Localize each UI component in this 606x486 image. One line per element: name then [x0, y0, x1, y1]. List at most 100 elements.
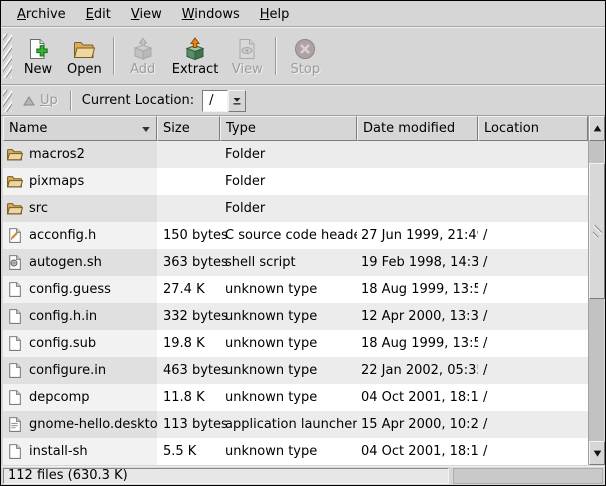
column-header-label: Name [9, 121, 47, 136]
view-button[interactable]: View [224, 34, 270, 79]
cell-type: unknown type [220, 384, 357, 411]
cell-size: 27.4 K [157, 276, 220, 303]
cell-type: unknown type [220, 438, 357, 465]
cell-location: / [478, 222, 588, 249]
vertical-scrollbar[interactable] [588, 116, 604, 465]
file-row[interactable]: install-sh5.5 Kunknown type04 Oct 2001, … [3, 438, 588, 465]
cell-type: unknown type [220, 303, 357, 330]
column-header-type[interactable]: Type [220, 116, 357, 141]
add-files-icon [131, 37, 155, 61]
toolbar: NewOpen Add Extract View Stop [1, 27, 605, 85]
cell-name: autogen.sh [3, 249, 157, 276]
scroll-up-button[interactable] [589, 116, 605, 141]
cell-name: config.guess [3, 276, 157, 303]
column-header-row: Name SizeTypeDate modified Location [3, 116, 588, 141]
cell-name: configure.in [3, 357, 157, 384]
menu-edit[interactable]: Edit [76, 3, 121, 26]
file-row[interactable]: depcomp11.8 Kunknown type04 Oct 2001, 18… [3, 384, 588, 411]
cell-name: config.sub [3, 330, 157, 357]
file-row[interactable]: config.guess27.4 Kunknown type18 Aug 199… [3, 276, 588, 303]
file-row[interactable]: config.h.in332 bytesunknown type12 Apr 2… [3, 303, 588, 330]
toolbar-button-label: View [232, 63, 263, 77]
cell-type: Folder [220, 141, 357, 168]
file-row[interactable]: acconfig.h150 bytesC source code header2… [3, 222, 588, 249]
desktop-file-icon [6, 416, 23, 433]
scroll-down-button[interactable] [589, 441, 605, 465]
location-bar-grip[interactable] [3, 90, 12, 112]
location-combobox: / [202, 90, 246, 112]
extract-archive-icon [183, 37, 207, 61]
document-icon [6, 281, 23, 298]
add-button[interactable]: Add [120, 34, 166, 79]
file-row[interactable]: srcFolder [3, 195, 588, 222]
cell-name: src [3, 195, 157, 222]
toolbar-grip[interactable] [3, 34, 12, 78]
document-icon [6, 362, 23, 379]
combo-arrow-icon [232, 96, 242, 106]
cell-location [478, 168, 588, 195]
document-icon [6, 335, 23, 352]
cell-location: / [478, 438, 588, 465]
cell-date [357, 195, 478, 222]
cell-size [157, 168, 220, 195]
cell-date: 04 Oct 2001, 18:12 [357, 438, 478, 465]
cell-date [357, 141, 478, 168]
cell-size [157, 141, 220, 168]
scrollbar-thumb-grip [593, 225, 602, 237]
toolbar-separator [113, 37, 115, 75]
cell-location [478, 141, 588, 168]
file-row[interactable]: gnome-hello.desktop113 bytesapplication … [3, 411, 588, 438]
cell-name: install-sh [3, 438, 157, 465]
stop-button[interactable]: Stop [282, 34, 328, 79]
file-row[interactable]: autogen.sh363 bytesshell script19 Feb 19… [3, 249, 588, 276]
file-row[interactable]: config.sub19.8 Kunknown type18 Aug 1999,… [3, 330, 588, 357]
location-entry[interactable]: / [202, 90, 228, 112]
location-bar: Up Current Location: / [1, 85, 605, 116]
menu-windows[interactable]: Windows [172, 3, 250, 26]
menu-archive[interactable]: Archive [7, 3, 76, 26]
column-header-label: Location [484, 121, 539, 136]
status-bar: 112 files (630.3 K) [1, 466, 605, 485]
column-header-name[interactable]: Name [3, 116, 157, 141]
status-text: 112 files (630.3 K) [8, 468, 128, 483]
cell-name: gnome-hello.desktop [3, 411, 157, 438]
column-header-date-modified[interactable]: Date modified [357, 116, 478, 141]
archive-manager-window: ArchiveEditViewWindowsHelp NewOpenAddExt… [0, 0, 606, 486]
scroll-down-icon [593, 449, 602, 458]
cell-size: 332 bytes [157, 303, 220, 330]
shell-script-icon [6, 254, 23, 271]
column-header-location[interactable]: Location [478, 116, 588, 141]
new-button[interactable]: New [15, 34, 61, 79]
scroll-up-icon [593, 124, 602, 133]
cell-name: config.h.in [3, 303, 157, 330]
column-header-size[interactable]: Size [157, 116, 220, 141]
scrollbar-thumb[interactable] [589, 163, 605, 299]
toolbar-button-label: Stop [291, 63, 321, 77]
cell-size: 5.5 K [157, 438, 220, 465]
cell-size: 463 bytes [157, 357, 220, 384]
location-value: / [209, 93, 213, 108]
cell-type: unknown type [220, 330, 357, 357]
cell-date: 27 Jun 1999, 21:49 [357, 222, 478, 249]
file-row[interactable]: macros2 Folder [3, 141, 588, 168]
cell-date: 04 Oct 2001, 18:12 [357, 384, 478, 411]
file-row[interactable]: pixmapsFolder [3, 168, 588, 195]
folder-icon [6, 200, 23, 217]
cell-date: 22 Jan 2002, 05:35 [357, 357, 478, 384]
cell-location [478, 195, 588, 222]
file-row[interactable]: configure.in463 bytesunknown type22 Jan … [3, 357, 588, 384]
cell-type: unknown type [220, 276, 357, 303]
menu-view[interactable]: View [121, 3, 172, 26]
stop-icon [293, 37, 317, 61]
cell-date [357, 168, 478, 195]
open-button[interactable]: Open [61, 34, 108, 79]
extract-button[interactable]: Extract [166, 34, 225, 79]
cell-size: 11.8 K [157, 384, 220, 411]
toolbar-button-label: Add [130, 63, 155, 77]
location-dropdown-button[interactable] [228, 90, 246, 112]
toolbar-button-label: Extract [172, 63, 219, 77]
up-button[interactable]: Up [15, 90, 66, 111]
cell-name: macros2 [3, 141, 157, 168]
menu-help[interactable]: Help [250, 3, 300, 26]
cell-location: / [478, 330, 588, 357]
